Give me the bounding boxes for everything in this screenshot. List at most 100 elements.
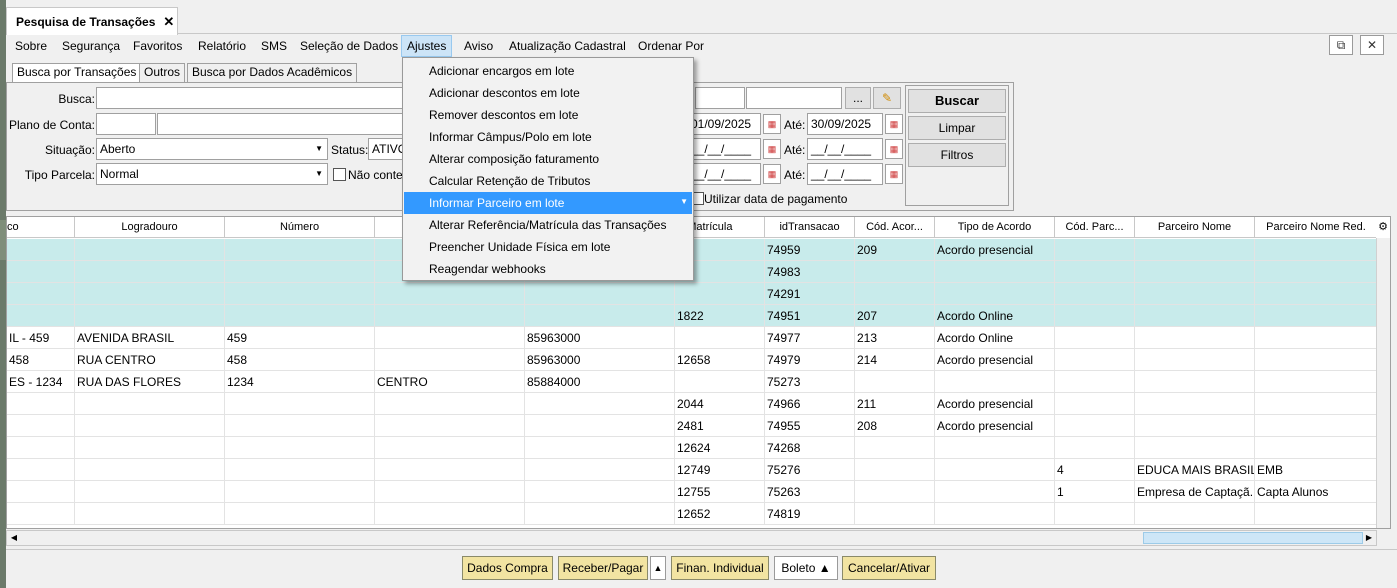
menu-item-informar-campus[interactable]: Informar Câmpus/Polo em lote <box>404 126 692 148</box>
nao-conte-checkbox[interactable] <box>333 168 346 181</box>
document-tab[interactable]: Pesquisa de Transações ✕ <box>6 7 178 35</box>
date2-to-input[interactable]: __/__/____ <box>807 138 883 160</box>
cancelar-ativar-button[interactable]: Cancelar/Ativar <box>842 556 936 580</box>
transactions-grid: co Logradouro Número d. Matrícula idTran… <box>6 216 1391 529</box>
tab-busca-transacoes[interactable]: Busca por Transações <box>12 63 142 83</box>
dados-compra-button[interactable]: Dados Compra <box>462 556 553 580</box>
finan-individual-button[interactable]: Finan. Individual <box>671 556 769 580</box>
table-cell <box>1255 371 1378 393</box>
table-row[interactable]: 12749 75276 4 EDUCA MAIS BRASIL EMB <box>7 459 1378 481</box>
table-cell: EMB <box>1255 459 1378 481</box>
table-cell: Acordo Online <box>935 305 1055 327</box>
table-row[interactable]: 12755 75263 1 Empresa de Captaçã... Capta Al… <box>7 481 1378 503</box>
table-cell <box>225 393 375 415</box>
tipo-parcela-select[interactable]: Normal <box>96 163 328 185</box>
menu-sobre[interactable]: Sobre <box>10 35 52 57</box>
date3-from-input[interactable]: __/__/____ <box>687 163 761 185</box>
menu-aviso[interactable]: Aviso <box>459 35 498 57</box>
menu-item-remover-descontos[interactable]: Remover descontos em lote <box>404 104 692 126</box>
tab-busca-academicos[interactable]: Busca por Dados Acadêmicos <box>187 63 358 82</box>
col-header[interactable]: Parceiro Nome Red. <box>1255 217 1378 238</box>
table-cell <box>1055 393 1135 415</box>
calendar-icon[interactable]: ▦ <box>885 164 903 184</box>
menu-ajustes[interactable]: Ajustes <box>401 35 453 57</box>
table-cell: 74979 <box>765 349 855 371</box>
menu-sms[interactable]: SMS <box>256 35 292 57</box>
col-header[interactable]: idTransacao <box>765 217 855 238</box>
field-b-input[interactable] <box>746 87 842 109</box>
menu-seguranca[interactable]: Segurança <box>57 35 125 57</box>
menu-item-adicionar-encargos[interactable]: Adicionar encargos em lote <box>404 60 692 82</box>
menu-selecao-dados[interactable]: Seleção de Dados <box>295 35 403 57</box>
menu-item-alterar-composicao[interactable]: Alterar composição faturamento <box>404 148 692 170</box>
table-cell <box>75 305 225 327</box>
table-cell: 74291 <box>765 283 855 305</box>
calendar-icon[interactable]: ▦ <box>885 114 903 134</box>
menu-atualizacao-cadastral[interactable]: Atualização Cadastral <box>504 35 631 57</box>
date3-to-input[interactable]: __/__/____ <box>807 163 883 185</box>
status-select[interactable]: ATIVO <box>368 138 407 160</box>
table-cell <box>7 481 75 503</box>
col-header[interactable]: Tipo de Acordo <box>935 217 1055 238</box>
plano-conta-code-input[interactable] <box>96 113 156 135</box>
menu-item-calcular-retencao[interactable]: Calcular Retenção de Tributos <box>404 170 692 192</box>
receber-pagar-button[interactable]: Receber/Pagar <box>558 556 648 580</box>
busca-input[interactable] <box>96 87 406 109</box>
menu-favoritos[interactable]: Favoritos <box>128 35 187 57</box>
limpar-button[interactable]: Limpar <box>908 116 1006 140</box>
table-row[interactable]: 1822 74951 207 Acordo Online <box>7 305 1378 327</box>
table-row[interactable]: IL - 459 AVENIDA BRASIL 459 85963000 74977 21… <box>7 327 1378 349</box>
col-header[interactable]: Parceiro Nome <box>1135 217 1255 238</box>
field-a-input[interactable] <box>695 87 745 109</box>
date1-from-input[interactable]: 01/09/2025 <box>687 113 761 135</box>
window-close-icon[interactable]: ✕ <box>1360 35 1384 55</box>
col-header[interactable]: Número <box>225 217 375 238</box>
receber-pagar-arrow-icon[interactable]: ▲ <box>650 556 666 580</box>
calendar-icon[interactable]: ▦ <box>763 139 781 159</box>
calendar-icon[interactable]: ▦ <box>763 164 781 184</box>
menu-item-preencher-unidade[interactable]: Preencher Unidade Física em lote <box>404 236 692 258</box>
popout-icon[interactable]: ⧉ <box>1329 35 1353 55</box>
boleto-button[interactable]: Boleto ▲ <box>774 556 838 580</box>
col-header[interactable]: Cód. Parc... <box>1055 217 1135 238</box>
scroll-right-icon[interactable]: ▶ <box>1362 531 1376 545</box>
table-cell: 85884000 <box>525 371 675 393</box>
col-header[interactable]: co <box>7 217 75 238</box>
situacao-select[interactable]: Aberto <box>96 138 328 160</box>
table-row[interactable]: ES - 1234 RUA DAS FLORES 1234 CENTRO 8588400… <box>7 371 1378 393</box>
menu-item-adicionar-descontos[interactable]: Adicionar descontos em lote <box>404 82 692 104</box>
scroll-left-icon[interactable]: ◀ <box>7 531 21 545</box>
menu-item-reagendar-webhooks[interactable]: Reagendar webhooks <box>404 258 692 280</box>
table-cell <box>375 283 525 305</box>
table-row[interactable]: 2481 74955 208 Acordo presencial <box>7 415 1378 437</box>
table-row[interactable]: 12652 74819 <box>7 503 1378 525</box>
table-row[interactable]: 12624 74268 <box>7 437 1378 459</box>
menu-relatorio[interactable]: Relatório <box>193 35 251 57</box>
plano-conta-desc-input[interactable] <box>157 113 406 135</box>
table-cell <box>1055 349 1135 371</box>
filtros-button[interactable]: Filtros <box>908 143 1006 167</box>
calendar-icon[interactable]: ▦ <box>885 139 903 159</box>
horizontal-scrollbar[interactable]: ◀ ▶ <box>6 530 1377 546</box>
vertical-scrollbar[interactable] <box>1376 238 1390 528</box>
date2-from-input[interactable]: __/__/____ <box>687 138 761 160</box>
table-row[interactable]: 458 RUA CENTRO 458 85963000 12658 74979 214 Aco… <box>7 349 1378 371</box>
col-header[interactable]: Logradouro <box>75 217 225 238</box>
menu-item-alterar-referencia[interactable]: Alterar Referência/Matrícula das Transaç… <box>404 214 692 236</box>
scroll-thumb[interactable] <box>1143 532 1363 544</box>
table-cell: 85963000 <box>525 349 675 371</box>
calendar-icon[interactable]: ▦ <box>763 114 781 134</box>
pencil-icon[interactable]: ✎ <box>873 87 901 109</box>
ellipsis-button[interactable]: ... <box>845 87 871 109</box>
table-row[interactable]: 74291 <box>7 283 1378 305</box>
menu-item-informar-parceiro[interactable]: Informar Parceiro em lote <box>404 192 692 214</box>
table-row[interactable]: 2044 74966 211 Acordo presencial <box>7 393 1378 415</box>
col-header[interactable]: Cód. Acor... <box>855 217 935 238</box>
tab-outros[interactable]: Outros <box>139 63 186 82</box>
close-icon[interactable]: ✕ <box>163 14 174 30</box>
buscar-button[interactable]: Buscar <box>908 89 1006 113</box>
gear-icon[interactable]: ⚙ <box>1376 217 1390 238</box>
table-cell: 209 <box>855 239 935 261</box>
menu-ordenar-por[interactable]: Ordenar Por <box>633 35 709 57</box>
date1-to-input[interactable]: 30/09/2025 <box>807 113 883 135</box>
